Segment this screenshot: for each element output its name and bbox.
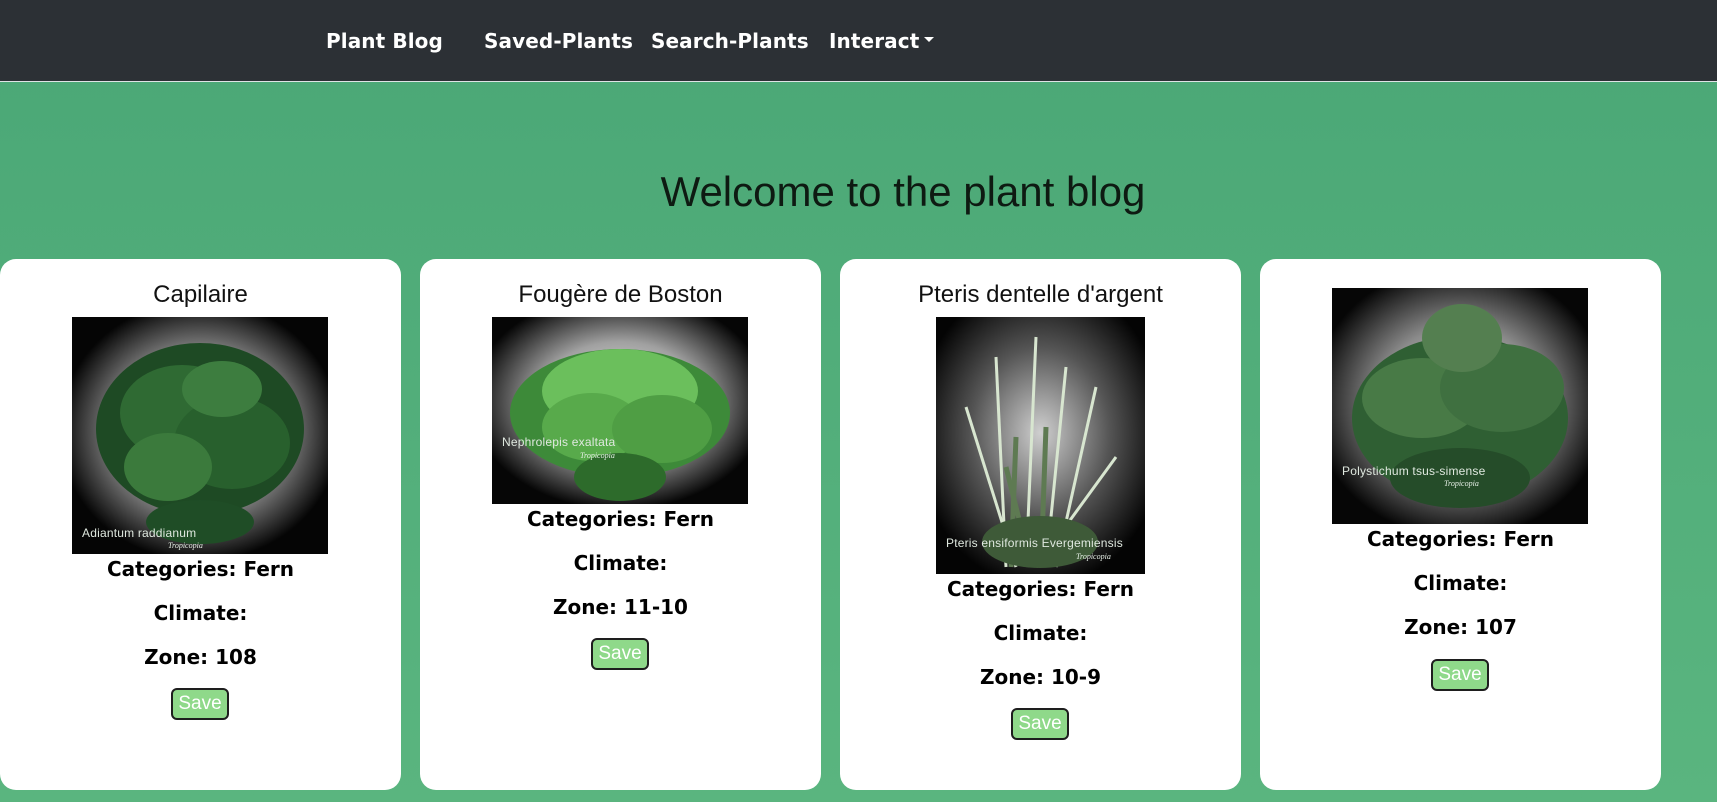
- save-button[interactable]: Save: [171, 688, 229, 720]
- plant-name: Fougère de Boston: [518, 281, 723, 308]
- plant-image: Adiantum raddianum Tropicopia: [72, 317, 328, 554]
- nav-link-saved-plants[interactable]: Saved-Plants: [484, 29, 633, 53]
- plant-categories: Categories: Fern: [1366, 527, 1555, 551]
- image-caption: Nephrolepis exaltata: [502, 435, 616, 449]
- plant-categories: Categories: Fern: [106, 557, 295, 581]
- plant-zone: Zone: 107: [1404, 615, 1517, 639]
- save-button[interactable]: Save: [591, 638, 649, 670]
- plant-climate: Climate:: [573, 551, 668, 575]
- plant-card: Pteris dentelle d'argent Pteris ensiform…: [840, 259, 1241, 790]
- image-caption: Pteris ensiformis Evergemiensis: [946, 536, 1123, 550]
- image-caption: Polystichum tsus-simense: [1342, 464, 1486, 478]
- image-caption: Adiantum raddianum: [82, 526, 197, 540]
- plant-categories: Categories: Fern: [946, 577, 1135, 601]
- image-brand: Tropicopia: [1444, 479, 1479, 488]
- plant-card: Fougère de Boston Nephrolepis exaltata T…: [420, 259, 821, 790]
- plant-card: Capilaire Adiantum raddianum Tropicopia …: [0, 259, 401, 790]
- plant-zone: Zone: 10-9: [979, 665, 1102, 689]
- nav-dropdown-interact[interactable]: Interact: [829, 29, 935, 53]
- image-brand: Tropicopia: [580, 451, 615, 460]
- plant-climate: Climate:: [153, 601, 248, 625]
- plant-name: Pteris dentelle d'argent: [918, 281, 1163, 308]
- image-brand: Tropicopia: [1076, 552, 1111, 561]
- navbar-brand[interactable]: Plant Blog: [326, 29, 443, 53]
- plant-climate: Climate:: [993, 621, 1088, 645]
- plant-zone: Zone: 11-10: [553, 595, 688, 619]
- plant-image: Nephrolepis exaltata Tropicopia: [492, 317, 748, 504]
- plant-image: Polystichum tsus-simense Tropicopia: [1332, 288, 1588, 524]
- save-button[interactable]: Save: [1431, 659, 1489, 691]
- nav-dropdown-label: Interact: [829, 29, 920, 53]
- navbar: Plant Blog Saved-Plants Search-Plants In…: [0, 0, 1717, 82]
- nav-link-search-plants[interactable]: Search-Plants: [651, 29, 809, 53]
- plant-zone: Zone: 108: [144, 645, 257, 669]
- save-button[interactable]: Save: [1011, 708, 1069, 740]
- plant-image: Pteris ensiformis Evergemiensis Tropicop…: [936, 317, 1145, 574]
- fern-image-graphic: [492, 317, 748, 504]
- plant-categories: Categories: Fern: [526, 507, 715, 531]
- image-brand: Tropicopia: [168, 541, 203, 550]
- fern-image-graphic: [1332, 288, 1588, 524]
- fern-image-graphic: [72, 317, 328, 554]
- plant-name: Capilaire: [153, 281, 248, 308]
- caret-down-icon: [924, 37, 935, 42]
- page-title: Welcome to the plant blog: [660, 168, 1146, 216]
- plant-climate: Climate:: [1413, 571, 1508, 595]
- plant-card: Polystichum tsus-simense Tropicopia Cate…: [1260, 259, 1661, 790]
